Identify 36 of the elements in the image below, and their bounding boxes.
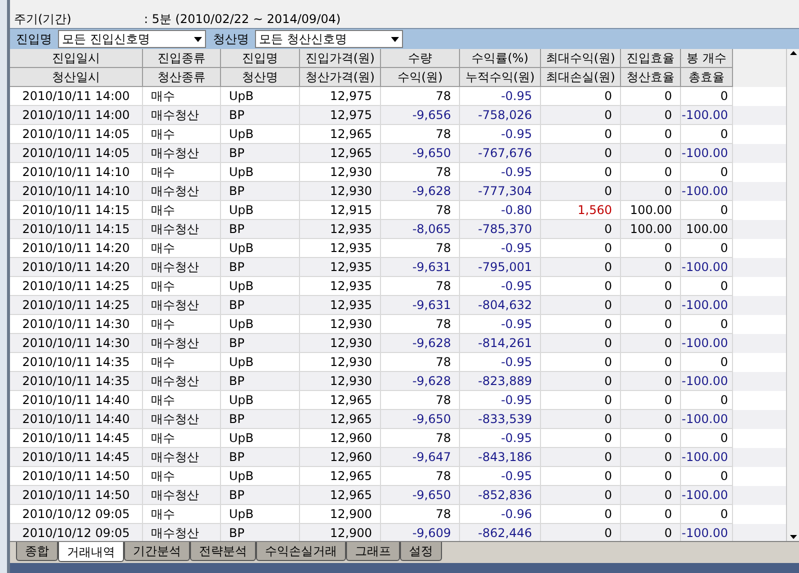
caret-icon [391, 36, 399, 42]
column-header: 진입효율 [621, 49, 681, 68]
tab[interactable]: 전략분석 [190, 542, 256, 561]
period-value: : 5분 (2010/02/22 ~ 2014/09/04) [144, 10, 341, 28]
column-header: 진입일시 [10, 49, 143, 68]
tab[interactable]: 설정 [400, 542, 442, 561]
scrollbar[interactable] [786, 49, 799, 541]
tab[interactable]: 거래내역 [58, 542, 124, 562]
column-header: 청산일시 [10, 68, 143, 87]
column-header: 수량 [381, 49, 460, 68]
tab[interactable]: 종합 [16, 542, 58, 561]
tab[interactable]: 기간분석 [124, 542, 190, 561]
scroll-up-icon[interactable] [790, 51, 796, 55]
column-header: 최대수익(원) [541, 49, 621, 68]
column-header: 청산가격(원) [300, 68, 381, 87]
column-header: 청산종류 [143, 68, 221, 87]
scroll-down-icon[interactable] [790, 535, 796, 539]
column-header: 진입가격(원) [300, 49, 381, 68]
filter-dropdown[interactable]: 모든 진입신호명 [58, 30, 206, 48]
filter-label: 진입명 [15, 31, 53, 48]
column-header: 진입명 [221, 49, 300, 68]
column-header: 봉 개수 [681, 49, 733, 68]
column-header: 총효율 [681, 68, 733, 87]
column-header: 최대손실(원) [541, 68, 621, 87]
caret-icon [194, 36, 202, 42]
column-header: 청산명 [221, 68, 300, 87]
column-header: 진입종류 [143, 49, 221, 68]
column-header: 수익(원) [381, 68, 460, 87]
column-header: 청산효율 [621, 68, 681, 87]
tab[interactable]: 수익손실거래 [256, 542, 346, 561]
filter-label: 청산명 [212, 31, 250, 48]
period-label: 주기(기간) [14, 10, 72, 28]
filter-dropdown[interactable]: 모든 청산신호명 [255, 30, 403, 48]
tab[interactable]: 그래프 [346, 542, 400, 561]
column-header: 수익률(%) [460, 49, 541, 68]
column-header: 누적수익(원) [460, 68, 541, 87]
